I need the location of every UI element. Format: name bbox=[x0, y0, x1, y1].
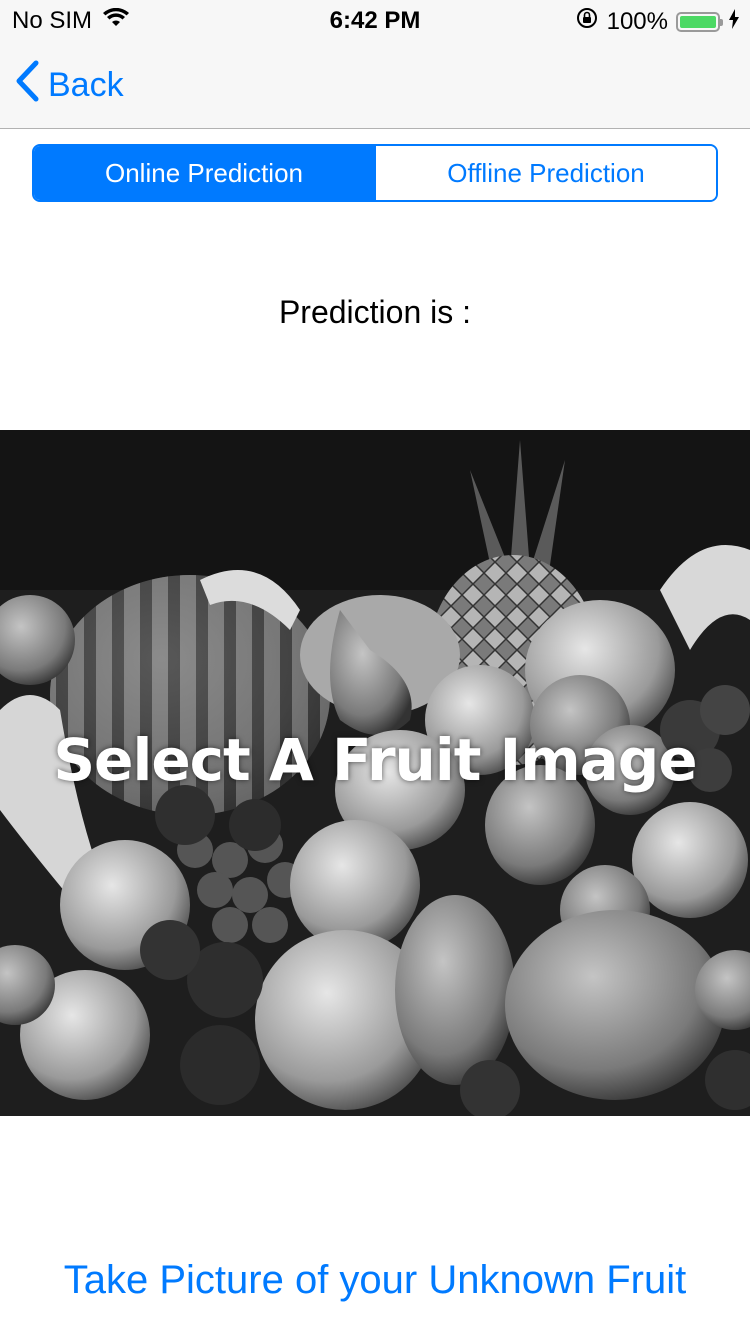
status-bar: No SIM 6:42 PM 100% bbox=[0, 0, 750, 40]
back-label: Back bbox=[48, 66, 124, 104]
prediction-label: Prediction is : bbox=[278, 294, 472, 330]
segment-offline-prediction[interactable]: Offline Prediction bbox=[374, 146, 716, 200]
take-picture-button[interactable]: Take Picture of your Unknown Fruit bbox=[0, 1258, 750, 1303]
segment-online-prediction[interactable]: Online Prediction bbox=[34, 146, 374, 200]
status-right: 100% bbox=[575, 6, 740, 37]
navigation-bar: Back bbox=[0, 40, 750, 129]
image-overlay-text: Select A Fruit Image bbox=[53, 726, 697, 794]
orientation-lock-icon bbox=[575, 6, 599, 37]
chevron-left-icon bbox=[14, 60, 40, 111]
battery-icon bbox=[676, 11, 723, 32]
battery-fill bbox=[680, 15, 716, 28]
prediction-mode-segmented-control: Online Prediction Offline Prediction bbox=[32, 144, 718, 202]
charging-bolt-icon bbox=[728, 8, 740, 36]
back-button[interactable]: Back bbox=[14, 60, 124, 111]
segment-offline-label: Offline Prediction bbox=[447, 157, 645, 188]
battery-percent: 100% bbox=[606, 7, 668, 35]
segment-online-label: Online Prediction bbox=[105, 157, 303, 188]
